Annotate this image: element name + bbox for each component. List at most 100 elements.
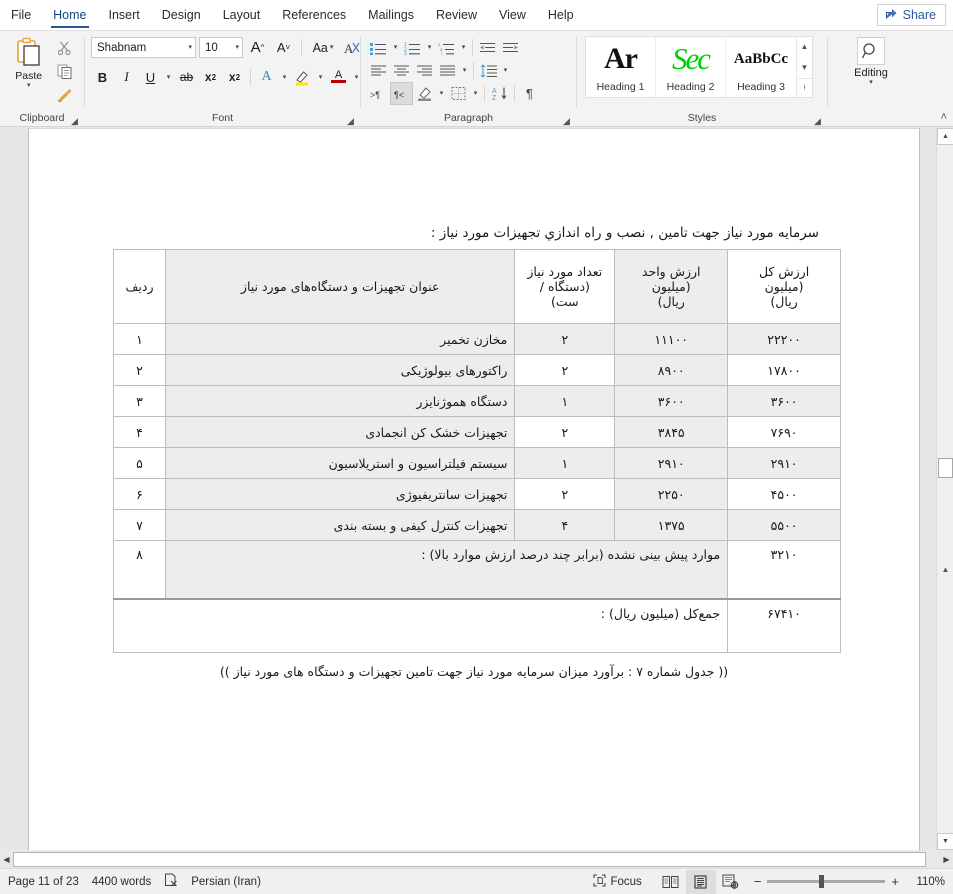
tab-home[interactable]: Home <box>42 0 97 30</box>
left-to-right-text-icon[interactable]: >¶ <box>367 82 390 105</box>
vertical-scrollbar-thumb[interactable] <box>938 458 953 478</box>
bullet-list-icon[interactable] <box>367 36 390 59</box>
font-color-button[interactable]: A <box>327 66 350 89</box>
scroll-up-icon[interactable]: ▲ <box>937 128 953 145</box>
increase-indent-icon[interactable] <box>499 36 522 59</box>
dialog-launcher-icon[interactable]: ◢ <box>814 117 823 126</box>
tab-help[interactable]: Help <box>537 0 585 30</box>
zoom-level-label[interactable]: 110% <box>905 876 945 888</box>
underline-button[interactable]: U <box>139 66 162 89</box>
text-highlight-icon[interactable] <box>291 66 314 89</box>
superscript-button[interactable]: x2 <box>223 66 246 89</box>
divider <box>484 85 485 102</box>
copy-icon[interactable] <box>55 61 75 81</box>
sort-az-icon[interactable]: AZ <box>488 82 511 105</box>
italic-button[interactable]: I <box>115 66 138 89</box>
horizontal-scrollbar-thumb[interactable] <box>13 851 926 867</box>
print-layout-icon[interactable] <box>685 869 716 894</box>
focus-mode-button[interactable]: Focus <box>589 873 655 890</box>
dialog-launcher-icon[interactable]: ◢ <box>563 117 572 126</box>
subscript-button[interactable]: x2 <box>199 66 222 89</box>
editing-button[interactable]: Editing ▾ <box>854 35 888 86</box>
style-heading-3[interactable]: AaBbCc Heading 3 <box>726 37 796 97</box>
web-layout-icon[interactable] <box>716 870 746 894</box>
scissors-icon[interactable] <box>55 38 75 58</box>
scroll-left-icon[interactable]: ◀ <box>0 851 13 867</box>
change-case-button[interactable]: Aa ▾ <box>308 36 338 59</box>
vertical-scrollbar[interactable]: ▲ ▲ ▼ <box>936 128 953 850</box>
scroll-right-icon[interactable]: ▶ <box>940 851 953 867</box>
chevron-down-icon[interactable]: ▾ <box>458 36 469 59</box>
dialog-launcher-icon[interactable]: ◢ <box>347 117 356 126</box>
read-mode-icon[interactable] <box>656 870 686 894</box>
word-count[interactable]: 4400 words <box>92 876 164 888</box>
align-center-icon[interactable] <box>390 59 413 82</box>
tab-design[interactable]: Design <box>151 0 212 30</box>
shrink-font-icon[interactable]: A ˅ <box>272 36 295 59</box>
dialog-launcher-icon[interactable]: ◢ <box>71 117 80 126</box>
grow-font-icon[interactable]: A ^ <box>246 36 269 59</box>
bold-button[interactable]: B <box>91 66 114 89</box>
zoom-out-button[interactable]: − <box>754 874 762 889</box>
strikethrough-button[interactable]: ab <box>175 66 198 89</box>
format-painter-icon[interactable] <box>55 84 75 104</box>
horizontal-scrollbar-track[interactable] <box>13 851 940 867</box>
chevron-down-icon[interactable]: ▾ <box>869 79 873 86</box>
borders-icon[interactable] <box>447 82 470 105</box>
right-to-left-text-icon[interactable]: ¶< <box>390 82 413 105</box>
text-effects-button[interactable]: A <box>255 66 278 89</box>
tab-review[interactable]: Review <box>425 0 488 30</box>
tab-file[interactable]: File <box>0 0 42 30</box>
zoom-in-button[interactable]: + <box>891 874 899 889</box>
justify-icon[interactable] <box>436 59 459 82</box>
font-name-combo[interactable]: Shabnam ▾ <box>91 37 196 58</box>
zoom-control[interactable]: − + 110% <box>746 874 945 889</box>
chevron-down-icon[interactable]: ▾ <box>470 82 481 105</box>
zoom-slider-track[interactable] <box>767 875 886 888</box>
collapse-ribbon-icon[interactable]: ˄ <box>941 111 947 123</box>
language-indicator[interactable]: Persian (Iran) <box>191 876 274 888</box>
share-button[interactable]: Share <box>876 4 946 26</box>
document-page[interactable]: سرمايه مورد نياز جهت تامين , نصب و راه ا… <box>28 128 920 850</box>
svg-text:i: i <box>441 51 442 55</box>
zoom-slider-thumb[interactable] <box>819 875 825 888</box>
editing-group-label <box>828 111 914 127</box>
chevron-up-icon[interactable]: ▲ <box>797 37 812 56</box>
tab-view[interactable]: View <box>488 0 537 30</box>
style-heading-2[interactable]: Sec Heading 2 <box>656 37 726 97</box>
pilcrow-icon[interactable]: ¶ <box>518 82 541 105</box>
chevron-down-icon[interactable]: ▾ <box>315 66 326 89</box>
chevron-down-icon[interactable]: ▾ <box>390 36 401 59</box>
align-left-icon[interactable] <box>367 59 390 82</box>
chevron-down-icon[interactable]: ▾ <box>163 66 174 89</box>
paragraph-shading-icon[interactable] <box>413 82 436 105</box>
style-heading-1[interactable]: Ar Heading 1 <box>586 37 656 97</box>
chevron-down-icon[interactable]: ▼ <box>797 58 812 77</box>
tab-insert[interactable]: Insert <box>98 0 151 30</box>
font-size-combo[interactable]: 10 ▾ <box>199 37 243 58</box>
chevron-down-icon[interactable]: ▾ <box>279 66 290 89</box>
table-row: ۲۲۲۰۰ ۱۱۱۰۰ ۲ مخازن تخمير ۱ <box>112 323 841 355</box>
paste-button[interactable]: Paste ▾ <box>6 35 51 89</box>
align-right-icon[interactable] <box>413 59 436 82</box>
styles-more-icon[interactable]: ⍿ <box>797 78 812 97</box>
numbered-list-icon[interactable]: 123 <box>401 36 424 59</box>
superscript-label: x <box>228 70 236 84</box>
decrease-indent-icon[interactable] <box>476 36 499 59</box>
proofing-errors-icon[interactable] <box>164 873 191 890</box>
tab-layout[interactable]: Layout <box>212 0 272 30</box>
tab-mailings[interactable]: Mailings <box>357 0 425 30</box>
tab-references[interactable]: References <box>271 0 357 30</box>
split-page-icon[interactable]: ▲ <box>941 565 950 574</box>
horizontal-scrollbar[interactable]: ◀ ▶ <box>0 850 953 868</box>
multilevel-list-icon[interactable]: 1ai <box>435 36 458 59</box>
page-indicator[interactable]: Page 11 of 23 <box>8 876 92 888</box>
scroll-down-icon[interactable]: ▼ <box>937 833 953 850</box>
line-spacing-icon[interactable] <box>477 59 500 82</box>
chevron-down-icon[interactable]: ▾ <box>500 59 511 82</box>
chevron-down-icon[interactable]: ▾ <box>436 82 447 105</box>
chevron-down-icon[interactable]: ▾ <box>424 36 435 59</box>
share-label: Share <box>902 8 936 22</box>
chevron-down-icon[interactable]: ▾ <box>459 59 470 82</box>
chevron-down-icon[interactable]: ▾ <box>27 82 31 89</box>
